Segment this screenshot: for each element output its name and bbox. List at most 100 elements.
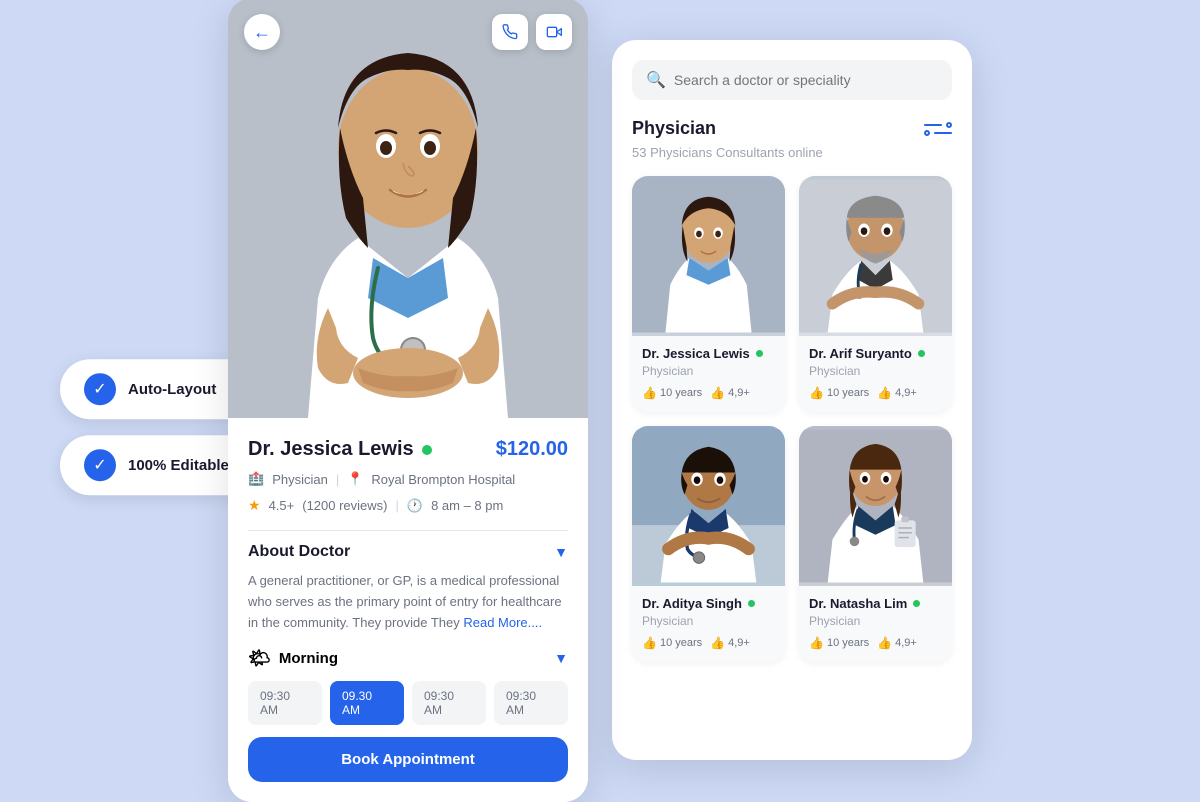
rating-stat-2: 👍 4,9+ [877, 386, 917, 400]
doctor-image-4 [799, 426, 952, 586]
time-slot-4[interactable]: 09:30 AM [494, 681, 568, 725]
about-chevron-icon[interactable]: ▼ [554, 544, 568, 560]
star-icon: ★ [248, 497, 261, 514]
doctor-name: Dr. Jessica Lewis [248, 438, 414, 461]
consultation-price: $120.00 [496, 438, 568, 461]
hospital-icon: 📍 [347, 471, 363, 487]
rating-value-2: 4,9+ [895, 387, 917, 399]
filter-circle-2 [924, 130, 930, 136]
specialty-label: Physician [272, 472, 328, 487]
filter-button[interactable] [924, 122, 952, 136]
doctor-card-jessica[interactable]: Dr. Jessica Lewis Physician 👍 10 years 👍… [632, 176, 785, 412]
hours-value: 8 am – 8 pm [431, 498, 503, 513]
filter-line-2 [934, 132, 952, 134]
doc-name-row-4: Dr. Natasha Lim [809, 596, 942, 611]
doc-specialty-1: Physician [642, 364, 775, 378]
doctor-info-3: Dr. Aditya Singh Physician 👍 10 years 👍 … [632, 586, 785, 662]
video-button[interactable] [536, 14, 572, 50]
exp-stat-4: 👍 10 years [809, 636, 869, 650]
right-panel: 🔍 Physician 53 Physicians Consultants on… [612, 40, 972, 760]
doctor-info-2: Dr. Arif Suryanto Physician 👍 10 years 👍… [799, 336, 952, 412]
rating-icon-4: 👍 [877, 636, 892, 650]
search-icon: 🔍 [646, 70, 666, 90]
online-indicator [422, 445, 432, 455]
doctor-card-image-1 [632, 176, 785, 336]
badge-label-2: 100% Editable [128, 457, 229, 474]
doctor-card-natasha[interactable]: Dr. Natasha Lim Physician 👍 10 years 👍 4… [799, 426, 952, 662]
morning-section: 🌤 Morning ▼ [248, 648, 568, 669]
card-body: Dr. Jessica Lewis $120.00 🏥 Physician | … [228, 418, 588, 801]
doc-specialty-3: Physician [642, 614, 775, 628]
time-slot-1[interactable]: 09:30 AM [248, 681, 322, 725]
time-slots: 09:30 AM 09.30 AM 09:30 AM 09:30 AM [248, 681, 568, 725]
doc-specialty-2: Physician [809, 364, 942, 378]
morning-chevron-icon[interactable]: ▼ [554, 650, 568, 666]
doc-stats-4: 👍 10 years 👍 4,9+ [809, 636, 942, 650]
filter-row-1 [924, 122, 952, 128]
exp-value-2: 10 years [827, 387, 869, 399]
card-actions [492, 14, 572, 50]
divider [248, 530, 568, 531]
doctor-card-arif[interactable]: Dr. Arif Suryanto Physician 👍 10 years 👍… [799, 176, 952, 412]
hospital-label: Royal Brompton Hospital [371, 472, 515, 487]
doc-name-1: Dr. Jessica Lewis [642, 346, 750, 361]
doctor-image-1 [632, 176, 785, 336]
read-more-link[interactable]: Read More.... [463, 615, 542, 630]
doctor-card-image-2 [799, 176, 952, 336]
doctor-info-4: Dr. Natasha Lim Physician 👍 10 years 👍 4… [799, 586, 952, 662]
doc-stats-3: 👍 10 years 👍 4,9+ [642, 636, 775, 650]
check-icon-2: ✓ [84, 449, 116, 481]
doctor-name-row: Dr. Jessica Lewis [248, 438, 432, 461]
doc-name-3: Dr. Aditya Singh [642, 596, 742, 611]
rating-value-4: 4,9+ [895, 637, 917, 649]
doc-specialty-4: Physician [809, 614, 942, 628]
time-slot-2[interactable]: 09.30 AM [330, 681, 404, 725]
morning-text: Morning [279, 650, 338, 667]
exp-icon-4: 👍 [809, 636, 824, 650]
doctor-stats: ★ 4.5+ (1200 reviews) | 🕐 8 am – 8 pm [248, 497, 568, 514]
doc-name-row-1: Dr. Jessica Lewis [642, 346, 775, 361]
doc-name-2: Dr. Arif Suryanto [809, 346, 912, 361]
doc-online-3 [748, 600, 755, 607]
doc-online-4 [913, 600, 920, 607]
time-slot-3[interactable]: 09:30 AM [412, 681, 486, 725]
doc-name-row-3: Dr. Aditya Singh [642, 596, 775, 611]
doc-name-4: Dr. Natasha Lim [809, 596, 907, 611]
check-icon-1: ✓ [84, 373, 116, 405]
exp-icon-2: 👍 [809, 386, 824, 400]
exp-value-4: 10 years [827, 637, 869, 649]
doctor-card-image-4 [799, 426, 952, 586]
doctor-info-1: Dr. Jessica Lewis Physician 👍 10 years 👍… [632, 336, 785, 412]
exp-icon-1: 👍 [642, 386, 657, 400]
exp-stat-2: 👍 10 years [809, 386, 869, 400]
clock-icon: 🕐 [407, 498, 423, 514]
sun-icon: 🌤 [248, 648, 271, 669]
main-container: ✓ Auto-Layout ✓ 100% Editable [0, 0, 1200, 800]
about-title: About Doctor [248, 543, 350, 561]
about-text: A general practitioner, or GP, is a medi… [248, 571, 568, 633]
morning-label: 🌤 Morning [248, 648, 338, 669]
rating-value: 4.5+ [269, 498, 295, 513]
exp-stat-1: 👍 10 years [642, 386, 702, 400]
book-appointment-button[interactable]: Book Appointment [248, 737, 568, 782]
specialty-icon: 🏥 [248, 471, 264, 487]
video-icon [546, 24, 562, 40]
filter-line-1 [924, 124, 942, 126]
about-section-header: About Doctor ▼ [248, 543, 568, 561]
rating-icon-1: 👍 [710, 386, 725, 400]
doctor-card-aditya[interactable]: Dr. Aditya Singh Physician 👍 10 years 👍 … [632, 426, 785, 662]
search-input[interactable] [674, 72, 938, 88]
doctors-grid: Dr. Jessica Lewis Physician 👍 10 years 👍… [632, 176, 952, 662]
doctor-card-image-3 [632, 426, 785, 586]
doc-name-row-2: Dr. Arif Suryanto [809, 346, 942, 361]
phone-button[interactable] [492, 14, 528, 50]
filter-circle-1 [946, 122, 952, 128]
exp-stat-3: 👍 10 years [642, 636, 702, 650]
rating-icon-2: 👍 [877, 386, 892, 400]
exp-value-1: 10 years [660, 387, 702, 399]
search-bar: 🔍 [632, 60, 952, 100]
physician-heading: Physician [632, 118, 716, 139]
rating-icon-3: 👍 [710, 636, 725, 650]
exp-icon-3: 👍 [642, 636, 657, 650]
doc-online-1 [756, 350, 763, 357]
